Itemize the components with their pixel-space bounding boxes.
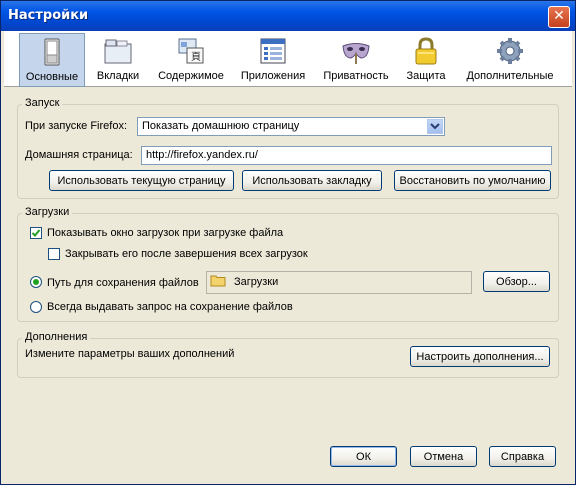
save-path-value: Загрузки bbox=[234, 276, 279, 288]
restore-default-label: Восстановить по умолчанию bbox=[399, 175, 546, 187]
browse-button[interactable]: Обзор... bbox=[483, 271, 550, 292]
radio-selected-dot bbox=[33, 279, 39, 285]
browse-label: Обзор... bbox=[496, 276, 537, 288]
show-downloads-checkbox[interactable] bbox=[30, 227, 42, 239]
switch-icon bbox=[44, 38, 60, 66]
home-page-input[interactable]: http://firefox.yandex.ru/ bbox=[141, 146, 552, 165]
tab-security-label: Защита bbox=[406, 70, 446, 82]
show-downloads-label: Показывать окно загрузок при загрузке фа… bbox=[47, 227, 284, 239]
tabs-icon bbox=[104, 39, 132, 64]
startup-legend: Запуск bbox=[22, 97, 63, 109]
save-path-field: Загрузки bbox=[206, 271, 472, 294]
tab-applications[interactable]: Приложения bbox=[235, 33, 311, 85]
window-title: Настройки bbox=[8, 8, 89, 23]
lock-icon bbox=[415, 37, 437, 65]
tab-privacy[interactable]: Приватность bbox=[317, 33, 395, 85]
dropdown-button[interactable] bbox=[427, 119, 443, 134]
use-current-page-button[interactable]: Использовать текущую страницу bbox=[49, 170, 234, 191]
always-ask-radio[interactable] bbox=[30, 301, 42, 313]
close-after-downloads-checkbox[interactable] bbox=[48, 248, 60, 260]
tab-general-label: Основные bbox=[25, 71, 79, 83]
tab-privacy-label: Приватность bbox=[323, 70, 389, 82]
help-button[interactable]: Справка bbox=[489, 446, 556, 467]
svg-text:頁: 頁 bbox=[191, 51, 201, 63]
downloads-legend: Загрузки bbox=[22, 206, 73, 218]
close-icon: ✕ bbox=[553, 8, 565, 24]
manage-addons-button[interactable]: Настроить дополнения... bbox=[410, 346, 550, 367]
category-toolbar: Основные Вкладки 頁 Содержимое Приложения… bbox=[4, 31, 572, 87]
ok-button[interactable]: ОК bbox=[330, 446, 397, 467]
save-path-radio[interactable] bbox=[30, 276, 42, 288]
tab-tabs-label: Вкладки bbox=[96, 70, 140, 82]
chevron-down-icon bbox=[430, 123, 440, 130]
tab-content-label: Содержимое bbox=[158, 70, 224, 82]
content-icon: 頁 bbox=[178, 38, 204, 64]
startup-when-label: При запуске Firefox: bbox=[25, 120, 128, 132]
tab-security[interactable]: Защита bbox=[402, 33, 450, 85]
tab-advanced[interactable]: Дополнительные bbox=[460, 33, 560, 85]
addons-description: Измените параметры ваших дополнений bbox=[25, 348, 235, 360]
manage-addons-label: Настроить дополнения... bbox=[416, 351, 544, 363]
tab-advanced-label: Дополнительные bbox=[466, 70, 554, 82]
applications-icon bbox=[260, 38, 286, 64]
help-label: Справка bbox=[500, 451, 545, 463]
startup-when-select[interactable]: Показать домашнюю страницу bbox=[137, 117, 445, 136]
restore-default-button[interactable]: Восстановить по умолчанию bbox=[394, 170, 551, 191]
save-path-label: Путь для сохранения файлов bbox=[47, 277, 199, 289]
title-bar[interactable]: Настройки ✕ bbox=[1, 1, 575, 31]
checkmark-icon bbox=[31, 229, 41, 237]
cancel-label: Отмена bbox=[423, 451, 464, 463]
ok-label: ОК bbox=[356, 451, 371, 463]
use-bookmark-button[interactable]: Использовать закладку bbox=[242, 170, 382, 191]
tab-general[interactable]: Основные bbox=[19, 33, 85, 87]
use-current-page-label: Использовать текущую страницу bbox=[57, 175, 226, 187]
gear-icon bbox=[497, 38, 523, 64]
mask-icon bbox=[342, 43, 370, 64]
home-page-label: Домашняя страница: bbox=[25, 149, 133, 161]
tab-applications-label: Приложения bbox=[240, 70, 306, 82]
addons-legend: Дополнения bbox=[22, 331, 91, 343]
tab-content[interactable]: 頁 Содержимое bbox=[152, 33, 230, 85]
close-after-downloads-label: Закрывать его после завершения всех загр… bbox=[65, 248, 308, 260]
tab-tabs[interactable]: Вкладки bbox=[87, 33, 149, 85]
startup-when-value: Показать домашнюю страницу bbox=[142, 120, 300, 132]
close-button[interactable]: ✕ bbox=[548, 6, 570, 28]
always-ask-label: Всегда выдавать запрос на сохранение фай… bbox=[47, 301, 293, 313]
settings-window: Настройки ✕ Основные Вкладки 頁 Содержимо… bbox=[0, 0, 576, 485]
folder-icon bbox=[210, 275, 226, 287]
use-bookmark-label: Использовать закладку bbox=[252, 175, 372, 187]
cancel-button[interactable]: Отмена bbox=[410, 446, 477, 467]
home-page-value: http://firefox.yandex.ru/ bbox=[146, 149, 258, 161]
